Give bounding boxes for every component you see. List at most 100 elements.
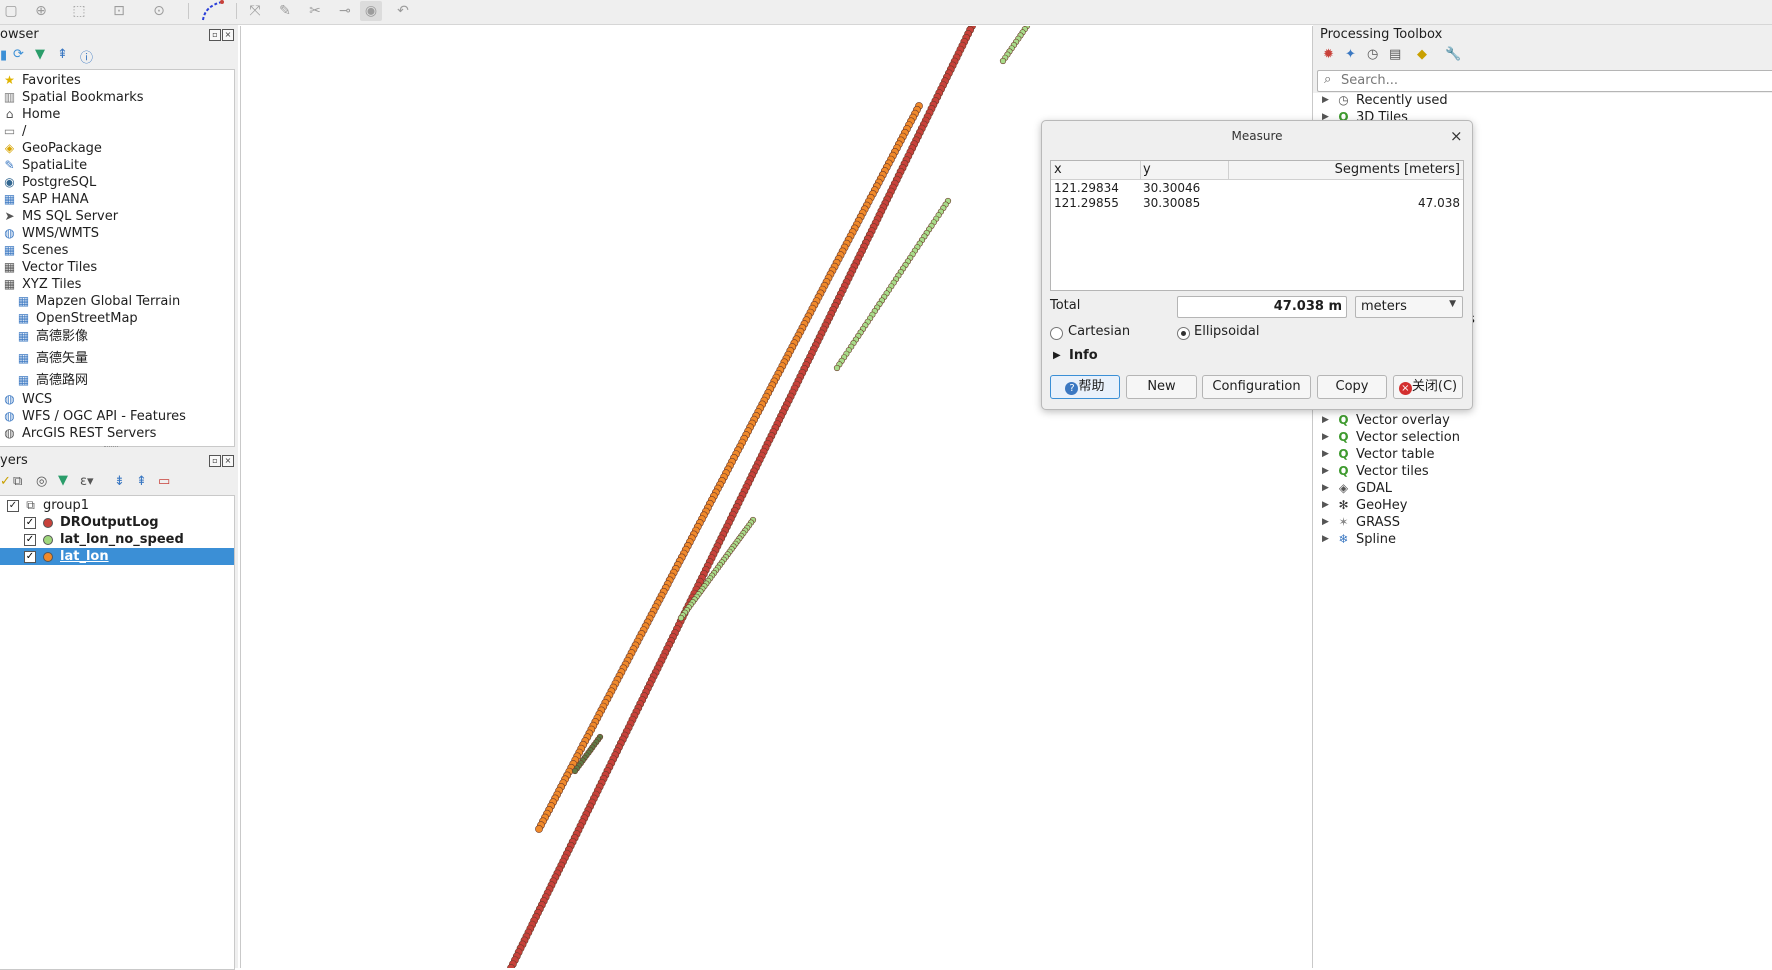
expand-arrow-icon[interactable]: ▶ — [1322, 463, 1329, 480]
expand-arrow-icon[interactable]: ▶ — [1322, 480, 1329, 497]
browser-item[interactable]: ➤ MS SQL Server — [0, 208, 234, 225]
browser-item[interactable]: ▦ SAP HANA — [0, 191, 234, 208]
toolbox-item[interactable]: ▶ Q Vector table — [1313, 446, 1772, 463]
style-icon[interactable]: ✓ — [0, 474, 11, 489]
layer-checkbox[interactable]: ✓ — [24, 551, 36, 563]
total-field[interactable]: 47.038 m — [1177, 296, 1347, 318]
expand-arrow-icon[interactable]: ▶ — [1322, 446, 1329, 463]
toolbox-item[interactable]: ▶ ◷ Recently used — [1313, 92, 1772, 109]
help-icon: ? — [1065, 382, 1079, 395]
digitize-icon[interactable] — [200, 0, 226, 22]
browser-item[interactable]: ▦ Mapzen Global Terrain — [0, 293, 234, 310]
layer-row[interactable]: ✓ DROutputLog — [0, 514, 234, 531]
expand-arrow-icon[interactable]: ▶ — [1322, 531, 1329, 548]
measure-row[interactable]: 121.29834 30.30046 — [1051, 181, 1463, 196]
browser-item[interactable]: ◉ PostgreSQL — [0, 174, 234, 191]
browser-item[interactable]: ▭ / — [0, 123, 234, 140]
edit-features-icon[interactable]: ◆ — [1417, 47, 1427, 62]
measure-row[interactable]: 121.29855 30.30085 47.038 — [1051, 196, 1463, 211]
collapse-all-icon[interactable]: ⇞ — [57, 47, 68, 62]
toolbox-item[interactable]: ▶ Q Vector selection — [1313, 429, 1772, 446]
expand-arrow-icon[interactable]: ▶ — [1322, 497, 1329, 514]
python-icon[interactable]: ✦ — [1345, 47, 1356, 62]
browser-item[interactable]: ◍ WFS / OGC API - Features — [0, 408, 234, 425]
pan-icon[interactable]: ⊙ — [148, 1, 170, 21]
browser-item[interactable]: ▦ 高德路网 — [0, 372, 234, 389]
close-button[interactable]: × 关闭(C) — [1393, 375, 1463, 399]
browser-item[interactable]: ⌂ Home — [0, 106, 234, 123]
visibility-icon[interactable]: ◉ — [360, 1, 382, 21]
node-tool-icon[interactable]: ⤧ — [244, 1, 266, 21]
browser-item[interactable]: ▦ OpenStreetMap — [0, 310, 234, 327]
layer-checkbox[interactable]: ✓ — [24, 517, 36, 529]
refresh-icon[interactable]: ⟳ — [13, 47, 24, 62]
browser-item[interactable]: ▦ Scenes — [0, 242, 234, 259]
info-icon[interactable]: ⓘ — [80, 47, 93, 66]
expand-arrow-icon[interactable]: ▶ — [1322, 92, 1329, 109]
copy-button[interactable]: Copy — [1317, 375, 1387, 399]
zoom-icon[interactable]: ⊕ — [30, 1, 52, 21]
toolbox-item[interactable]: ▶ Q Vector tiles — [1313, 463, 1772, 480]
filter-legend-icon[interactable]: ▼ — [58, 473, 68, 488]
close-panel-icon[interactable]: × — [222, 455, 234, 467]
layer-group-row[interactable]: ✓ ⧉ group1 — [0, 497, 234, 514]
ellipsoidal-radio[interactable] — [1177, 327, 1190, 340]
layer-checkbox[interactable]: ✓ — [24, 534, 36, 546]
toolbox-item[interactable]: ▶ ❄ Spline — [1313, 531, 1772, 548]
browser-item[interactable]: ▦ Vector Tiles — [0, 259, 234, 276]
close-panel-icon[interactable]: × — [222, 29, 234, 41]
vertex-edit-icon[interactable]: ✎ — [274, 1, 296, 21]
toolbox-item[interactable]: ▶ ✻ GeoHey — [1313, 497, 1772, 514]
browser-item[interactable]: ◍ WMS/WMTS — [0, 225, 234, 242]
models-icon[interactable]: ✹ — [1323, 47, 1334, 62]
history-icon[interactable]: ◷ — [1367, 47, 1378, 62]
browser-item[interactable]: ◍ ArcGIS REST Servers — [0, 425, 234, 442]
info-section-toggle[interactable]: Info — [1069, 348, 1098, 363]
expression-filter-icon[interactable]: ε▾ — [80, 474, 94, 489]
browser-item[interactable]: ▦ XYZ Tiles — [0, 276, 234, 293]
collapse-all-icon[interactable]: ⇞ — [136, 474, 147, 489]
new-map-view-icon[interactable]: ▢ — [0, 1, 22, 21]
results-icon[interactable]: ▤ — [1389, 47, 1401, 62]
identify-icon[interactable]: ⊡ — [108, 1, 130, 21]
browser-item[interactable]: ✎ SpatiaLite — [0, 157, 234, 174]
toolbox-item[interactable]: ▶ ✶ GRASS — [1313, 514, 1772, 531]
unit-select[interactable]: meters ▼ — [1355, 296, 1463, 318]
add-group-icon[interactable]: ⧉ — [13, 474, 22, 489]
filter-icon[interactable]: ▼ — [35, 47, 45, 62]
new-button[interactable]: New — [1126, 375, 1197, 399]
expand-all-icon[interactable]: ⇟ — [114, 474, 125, 489]
float-panel-icon[interactable]: ▫ — [209, 455, 221, 467]
group-checkbox[interactable]: ✓ — [7, 500, 19, 512]
layer-row[interactable]: ✓ lat_lon — [0, 548, 234, 565]
configuration-button[interactable]: Configuration — [1202, 375, 1311, 399]
browser-item[interactable]: ★ Favorites — [0, 72, 234, 89]
toolbox-item[interactable]: ▶ ◈ GDAL — [1313, 480, 1772, 497]
expand-arrow-icon[interactable]: ▶ — [1322, 429, 1329, 446]
eye-icon[interactable]: ◎ — [36, 474, 47, 489]
remove-layer-icon[interactable]: ▭ — [158, 474, 170, 489]
cut-icon[interactable]: ✂ — [304, 1, 326, 21]
cartesian-radio[interactable] — [1050, 327, 1063, 340]
browser-item[interactable]: ▦ 高德影像 — [0, 328, 234, 345]
float-panel-icon[interactable]: ▫ — [209, 29, 221, 41]
close-icon[interactable]: × — [1450, 127, 1463, 145]
expand-arrow-icon[interactable]: ▶ — [1053, 350, 1061, 361]
gdal-icon: ◈ — [1338, 481, 1349, 495]
browser-item[interactable]: ◍ WCS — [0, 391, 234, 408]
toolbox-search-input[interactable]: ⌕ Search... — [1317, 70, 1772, 92]
options-icon[interactable]: 🔧 — [1445, 47, 1461, 62]
undo-icon[interactable]: ↶ — [392, 1, 414, 21]
browser-item[interactable]: ◈ GeoPackage — [0, 140, 234, 157]
layer-row[interactable]: ✓ lat_lon_no_speed — [0, 531, 234, 548]
browser-item[interactable]: ▦ 高德矢量 — [0, 350, 234, 367]
link-icon[interactable]: ⊸ — [334, 1, 356, 21]
browser-item[interactable]: ▥ Spatial Bookmarks — [0, 89, 234, 106]
expand-arrow-icon[interactable]: ▶ — [1322, 412, 1329, 429]
help-button[interactable]: ? 帮助 — [1050, 375, 1120, 399]
add-icon[interactable]: ▮ — [0, 48, 7, 63]
postgresql-icon: ◉ — [4, 175, 15, 189]
select-icon[interactable]: ⬚ — [68, 1, 90, 21]
toolbox-item[interactable]: ▶ Q Vector overlay — [1313, 412, 1772, 429]
expand-arrow-icon[interactable]: ▶ — [1322, 514, 1329, 531]
